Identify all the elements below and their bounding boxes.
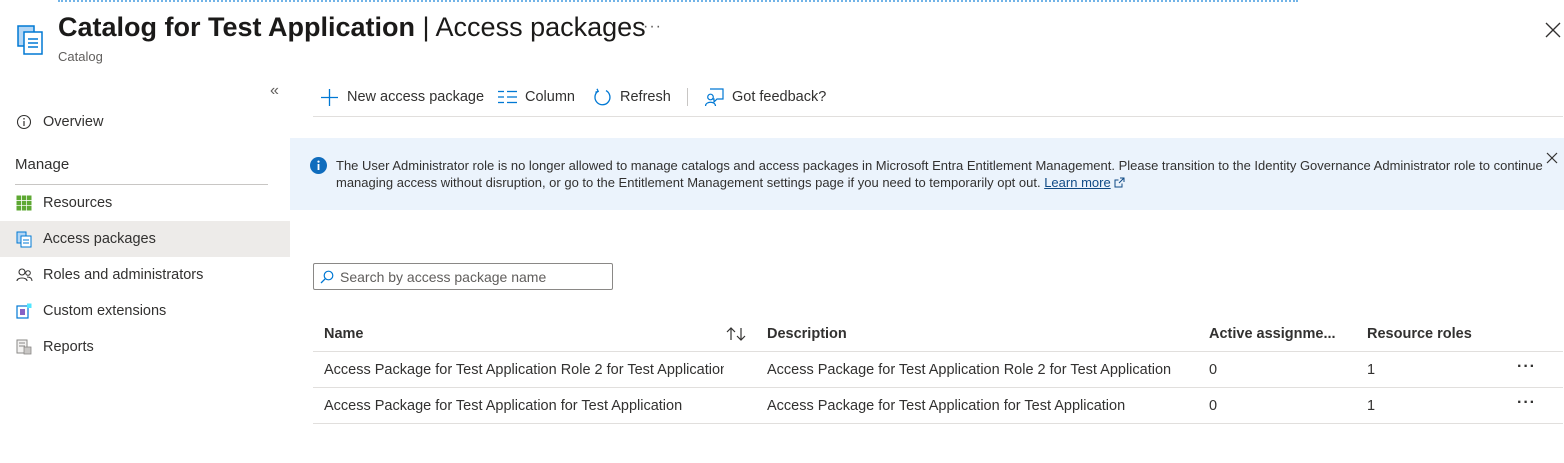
row-more-button[interactable]: ··· <box>1517 394 1536 412</box>
feedback-button[interactable]: Got feedback? <box>705 86 826 108</box>
title-separator: | <box>415 12 436 42</box>
extension-icon <box>15 302 33 320</box>
row-description: Access Package for Test Application Role… <box>767 362 1172 378</box>
sidebar-item-reports[interactable]: Reports <box>0 329 290 365</box>
sidebar-item-label: Resources <box>43 195 113 211</box>
access-package-icon <box>17 25 43 55</box>
column-label: Column <box>525 89 575 105</box>
header-more-button[interactable]: ··· <box>643 18 662 36</box>
refresh-label: Refresh <box>620 89 671 105</box>
banner-message: The User Administrator role is no longer… <box>336 157 1546 191</box>
command-bar: New access package Column Refresh Got fe… <box>313 80 1563 117</box>
search-box[interactable] <box>313 263 613 290</box>
sidebar-item-resources[interactable]: Resources <box>0 185 290 221</box>
info-banner: The User Administrator role is no longer… <box>290 138 1564 210</box>
table-row[interactable]: Access Package for Test Application for … <box>313 388 1563 424</box>
sidebar-item-label: Overview <box>43 114 104 130</box>
new-access-package-label: New access package <box>347 89 485 105</box>
refresh-button[interactable]: Refresh <box>593 86 671 108</box>
refresh-icon <box>594 88 611 105</box>
close-icon[interactable] <box>1544 21 1562 39</box>
title-section: Access packages <box>435 12 646 42</box>
title-catalog-name: Catalog for Test Application <box>58 12 416 42</box>
table-row[interactable]: Access Package for Test Application Role… <box>313 352 1563 388</box>
info-icon <box>310 157 327 174</box>
sidebar-item-custom-extensions[interactable]: Custom extensions <box>0 293 290 329</box>
people-icon <box>15 266 33 284</box>
collapse-sidebar-button[interactable]: « <box>270 82 279 100</box>
learn-more-link[interactable]: Learn more <box>1044 175 1125 190</box>
row-resource-roles: 1 <box>1367 398 1376 414</box>
feedback-label: Got feedback? <box>732 89 827 105</box>
row-active-assignments: 0 <box>1209 362 1218 378</box>
columns-icon <box>498 90 517 104</box>
column-button[interactable]: Column <box>498 86 575 108</box>
learn-more-label: Learn more <box>1044 175 1111 190</box>
search-input[interactable] <box>340 268 600 285</box>
sidebar: Overview Manage Resources Access package… <box>0 104 290 365</box>
page-subtitle: Catalog <box>58 49 103 64</box>
access-packages-table: Name Description Active assignme... Reso… <box>313 316 1563 424</box>
column-header-description[interactable]: Description <box>767 316 1187 352</box>
row-description: Access Package for Test Application for … <box>767 398 1126 414</box>
sidebar-item-label: Reports <box>43 339 94 355</box>
sidebar-item-overview[interactable]: Overview <box>0 104 290 140</box>
row-active-assignments: 0 <box>1209 398 1218 414</box>
report-icon <box>15 338 33 356</box>
access-package-icon <box>15 230 33 248</box>
sidebar-item-access-packages[interactable]: Access packages <box>0 221 290 257</box>
row-name[interactable]: Access Package for Test Application Role… <box>324 352 724 388</box>
page-header: Catalog for Test Application | Access pa… <box>0 0 1564 70</box>
sidebar-item-label: Roles and administrators <box>43 267 204 283</box>
toolbar-divider <box>687 88 688 106</box>
feedback-icon <box>705 87 724 106</box>
plus-icon <box>321 88 338 106</box>
row-resource-roles: 1 <box>1367 362 1376 378</box>
new-access-package-button[interactable]: New access package <box>320 86 484 108</box>
close-icon[interactable] <box>1546 152 1558 164</box>
table-header: Name Description Active assignme... Reso… <box>313 316 1563 352</box>
column-header-name[interactable]: Name <box>324 316 724 352</box>
sidebar-item-label: Access packages <box>43 231 156 247</box>
banner-text: The User Administrator role is no longer… <box>336 158 1543 190</box>
column-header-resource-roles[interactable]: Resource roles <box>1367 316 1487 352</box>
sidebar-item-label: Custom extensions <box>43 303 167 319</box>
external-link-icon <box>1114 177 1125 188</box>
grid-icon <box>15 194 33 212</box>
search-icon <box>320 270 334 283</box>
sidebar-item-roles-and-administrators[interactable]: Roles and administrators <box>0 257 290 293</box>
column-header-active-assignments[interactable]: Active assignme... <box>1209 316 1339 352</box>
row-more-button[interactable]: ··· <box>1517 358 1536 376</box>
page-title: Catalog for Test Application | Access pa… <box>58 12 646 43</box>
info-icon <box>15 113 33 131</box>
sidebar-section-manage: Manage <box>15 156 70 173</box>
row-name[interactable]: Access Package for Test Application for … <box>324 388 724 424</box>
sort-icon[interactable] <box>725 325 747 343</box>
